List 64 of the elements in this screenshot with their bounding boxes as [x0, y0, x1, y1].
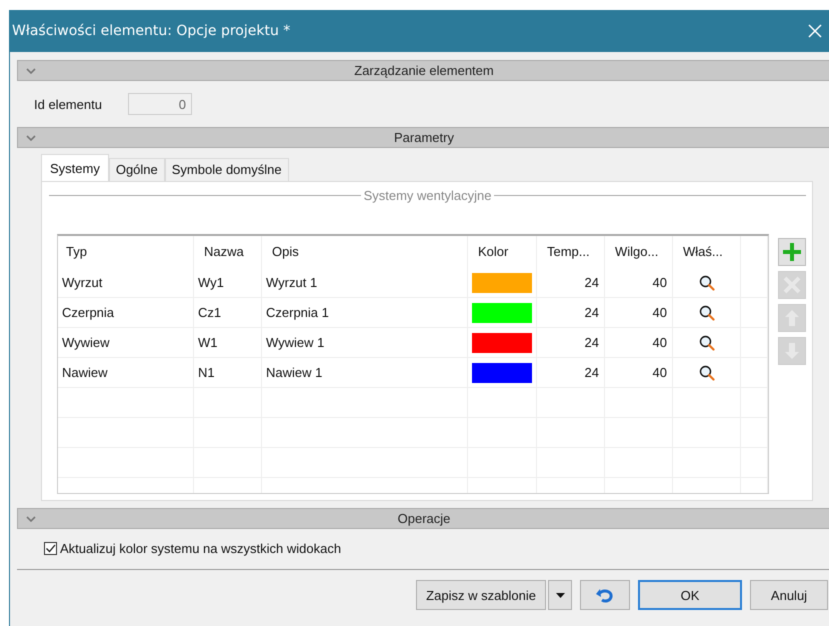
column-header[interactable]: Nazwa: [194, 236, 262, 268]
table-cell: Wywiew: [58, 328, 194, 358]
table-cell: Nawiew 1: [262, 358, 468, 388]
table-cell: 40: [605, 268, 673, 298]
section-title: Zarządzanie elementem: [354, 63, 494, 78]
tab[interactable]: Ogólne: [108, 158, 165, 181]
section-header[interactable]: Parametry: [17, 127, 829, 148]
field-label: Id elementu: [34, 96, 102, 112]
table-cell: Wyrzut 1: [262, 268, 468, 298]
dropdown-button[interactable]: [548, 580, 572, 610]
column-header[interactable]: Właś...: [673, 236, 741, 268]
plus-icon[interactable]: [782, 242, 802, 262]
color-swatch[interactable]: [472, 272, 532, 292]
group-title: Systemy wentylacyjne: [364, 188, 492, 203]
dialog-button[interactable]: Anuluj: [750, 580, 828, 610]
window-title: Właściwości elementu: Opcje projektu *: [12, 23, 290, 39]
checkbox-label: Aktualizuj kolor systemu na wszystkich widokach: [60, 540, 342, 556]
table-cell: 40: [605, 328, 673, 358]
chevron-icon[interactable]: [26, 134, 36, 142]
table-cell: Wy1: [194, 268, 262, 298]
color-swatch[interactable]: [472, 332, 532, 352]
table-cell: Nawiew: [58, 358, 194, 388]
checkbox[interactable]: [44, 542, 57, 554]
table-cell: 24: [537, 328, 605, 358]
column-header[interactable]: Opis: [262, 236, 468, 268]
table-cell: Czerpnia 1: [262, 298, 468, 328]
table-cell: 24: [537, 268, 605, 298]
close-button[interactable]: [806, 22, 824, 40]
tab[interactable]: Systemy: [41, 154, 109, 181]
section-header[interactable]: Operacje: [17, 508, 829, 529]
search-icon[interactable]: [698, 304, 714, 320]
table-cell: 40: [605, 358, 673, 388]
add-button[interactable]: [778, 238, 806, 266]
column-header[interactable]: Kolor: [468, 236, 537, 268]
search-icon[interactable]: [698, 364, 714, 380]
table-cell: Czerpnia: [58, 298, 194, 328]
search-icon[interactable]: [698, 274, 714, 290]
column-header[interactable]: Wilgo...: [605, 236, 673, 268]
color-swatch[interactable]: [472, 302, 532, 322]
section-header[interactable]: Zarządzanie elementem: [17, 60, 829, 81]
section-title: Parametry: [394, 130, 454, 145]
column-header[interactable]: Temp...: [537, 236, 605, 268]
empty-cell: [741, 388, 768, 418]
ok-button[interactable]: OK: [638, 580, 742, 610]
column-header[interactable]: Typ: [58, 236, 194, 268]
caret-icon[interactable]: [556, 592, 564, 598]
search-icon[interactable]: [698, 334, 714, 350]
tab[interactable]: Symbole domyślne: [164, 158, 289, 181]
dialog-button[interactable]: Zapisz w szablonie: [416, 580, 546, 610]
table-cell: Cz1: [194, 298, 262, 328]
table-cell: N1: [194, 358, 262, 388]
section-title: Operacje: [398, 511, 450, 526]
table-cell: 24: [537, 298, 605, 328]
chevron-icon[interactable]: [26, 66, 36, 74]
table-cell: Wyrzut: [58, 268, 194, 298]
color-swatch[interactable]: [472, 362, 532, 382]
table-cell: W1: [194, 328, 262, 358]
chevron-icon[interactable]: [26, 514, 36, 522]
undo-button[interactable]: [580, 580, 630, 610]
empty-cell: [741, 418, 768, 448]
table-cell: 40: [605, 298, 673, 328]
table-cell: Wywiew 1: [262, 328, 468, 358]
empty-cell: [741, 448, 768, 478]
table-cell: 24: [537, 358, 605, 388]
